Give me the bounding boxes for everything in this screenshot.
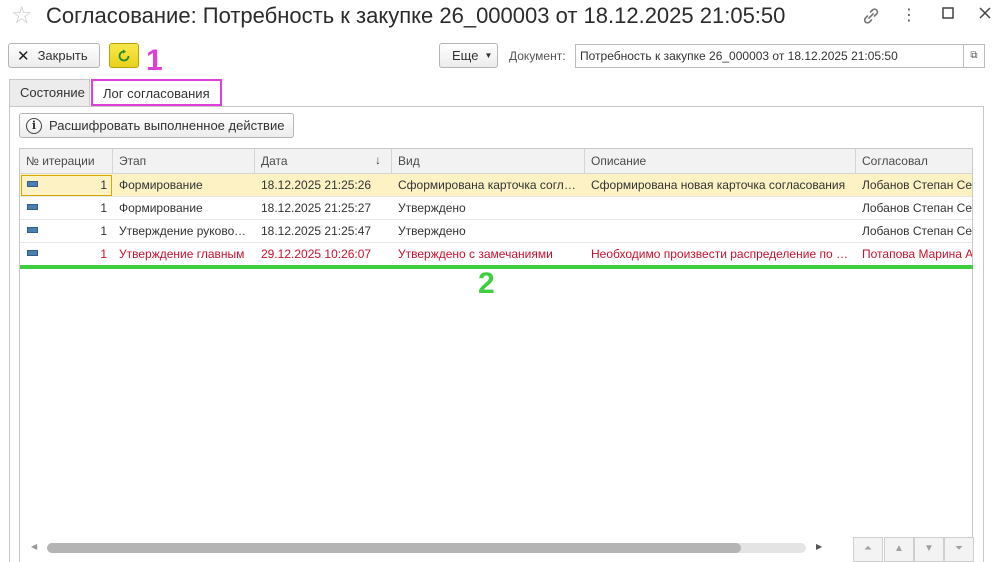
document-field[interactable]: Потребность к закупке 26_000003 от 18.12… xyxy=(575,44,963,68)
cell-iteration: 1 xyxy=(20,243,113,266)
go-down-icon[interactable]: ▼ xyxy=(914,537,944,562)
cell-kind: Утверждено xyxy=(398,201,466,215)
close-button[interactable]: ✕ Закрыть xyxy=(8,43,100,68)
cell-stage: Формирование xyxy=(119,201,203,215)
sort-descending-icon: ↓ xyxy=(375,153,381,167)
open-document-icon[interactable]: ⧉ xyxy=(963,44,985,68)
horizontal-scrollbar-thumb[interactable] xyxy=(47,543,741,553)
column-header-approver[interactable]: Согласовал xyxy=(856,149,972,174)
go-first-icon[interactable]: ⏶ xyxy=(853,537,883,562)
column-header-description[interactable]: Описание xyxy=(585,149,856,174)
window-title: Согласование: Потребность к закупке 26_0… xyxy=(46,3,786,28)
cell-iteration: 1 xyxy=(20,220,113,243)
cell-description xyxy=(585,197,856,220)
scroll-left-icon[interactable]: ◀ xyxy=(31,542,37,551)
cell-approver: Лобанов Степан Сергеевич xyxy=(862,224,973,238)
column-header-iteration[interactable]: № итерации xyxy=(20,149,113,174)
iteration-value: 1 xyxy=(100,224,107,238)
decode-action-label: Расшифровать выполненное действие xyxy=(49,118,285,133)
table-header: № итерации Этап Дата ↓ Вид Описание Согл… xyxy=(20,149,972,174)
column-header-date-label: Дата xyxy=(261,154,288,168)
close-x-icon: ✕ xyxy=(17,47,30,65)
table-row[interactable]: 1 Утверждение главным 29.12.2025 10:26:0… xyxy=(20,243,973,266)
column-header-date[interactable]: Дата ↓ xyxy=(255,149,392,174)
cell-date: 29.12.2025 10:26:07 xyxy=(261,247,372,261)
link-icon[interactable] xyxy=(860,6,882,26)
more-button-label: Еще xyxy=(452,48,479,63)
row-status-icon xyxy=(27,227,38,233)
row-status-icon xyxy=(27,181,38,187)
row-status-icon xyxy=(27,250,38,256)
cell-stage: Формирование xyxy=(119,178,203,192)
tab-approval-log[interactable]: Лог согласования xyxy=(91,79,222,106)
cell-description: Необходимо произвести распределение по с… xyxy=(591,247,856,261)
annotation-underline xyxy=(20,265,973,269)
star-icon[interactable]: ☆ xyxy=(11,4,33,28)
go-up-icon[interactable]: ▲ xyxy=(884,537,914,562)
cell-description: Сформирована новая карточка согласования xyxy=(591,178,846,192)
row-status-icon xyxy=(27,204,38,210)
cell-kind: Утверждено xyxy=(398,224,466,238)
decode-action-button[interactable]: i Расшифровать выполненное действие xyxy=(19,113,294,138)
tab-state[interactable]: Состояние xyxy=(9,79,90,106)
chevron-down-icon: ▼ xyxy=(484,51,493,60)
cell-date: 18.12.2025 21:25:27 xyxy=(261,201,372,215)
info-icon: i xyxy=(26,117,42,134)
close-icon[interactable] xyxy=(974,6,996,26)
iteration-value: 1 xyxy=(100,178,107,192)
cell-date: 18.12.2025 21:25:26 xyxy=(261,178,372,192)
table-row[interactable]: 1 Формирование 18.12.2025 21:25:26 Сформ… xyxy=(20,174,973,197)
maximize-icon[interactable] xyxy=(937,6,959,26)
refresh-icon xyxy=(118,49,130,61)
cell-iteration: 1 xyxy=(20,197,113,220)
more-button[interactable]: Еще ▼ xyxy=(439,43,498,68)
refresh-button[interactable] xyxy=(109,43,139,68)
cell-kind: Сформирована карточка согласования xyxy=(398,178,585,192)
iteration-value: 1 xyxy=(100,201,107,215)
go-last-icon[interactable]: ⏷ xyxy=(944,537,974,562)
table-row[interactable]: 1 Формирование 18.12.2025 21:25:27 Утвер… xyxy=(20,197,973,220)
cell-date: 18.12.2025 21:25:47 xyxy=(261,224,372,238)
approval-log-table[interactable]: № итерации Этап Дата ↓ Вид Описание Согл… xyxy=(19,148,973,562)
document-label: Документ: xyxy=(509,49,566,63)
cell-approver: Лобанов Степан Сергеевич xyxy=(862,178,973,192)
cell-approver: Лобанов Степан Сергеевич xyxy=(862,201,973,215)
cell-description xyxy=(585,220,856,243)
iteration-value: 1 xyxy=(100,247,107,261)
table-row[interactable]: 1 Утверждение руководителем 18.12.2025 2… xyxy=(20,220,973,243)
annotation-marker-1: 1 xyxy=(146,44,163,77)
column-header-kind[interactable]: Вид xyxy=(392,149,585,174)
close-button-label: Закрыть xyxy=(37,48,88,63)
more-vertical-icon[interactable]: ⋮ xyxy=(898,6,920,26)
cell-kind: Утверждено с замечаниями xyxy=(398,247,553,261)
scroll-right-icon[interactable]: ▶ xyxy=(816,542,822,551)
cell-stage: Утверждение главным xyxy=(119,247,245,261)
column-header-stage[interactable]: Этап xyxy=(113,149,255,174)
cell-iteration: 1 xyxy=(20,174,113,197)
cell-stage: Утверждение руководителем xyxy=(119,224,255,238)
cell-approver: Потапова Марина Александровна xyxy=(862,247,973,261)
title-bar: ☆ Согласование: Потребность к закупке 26… xyxy=(0,0,1000,36)
annotation-marker-2: 2 xyxy=(478,267,495,300)
